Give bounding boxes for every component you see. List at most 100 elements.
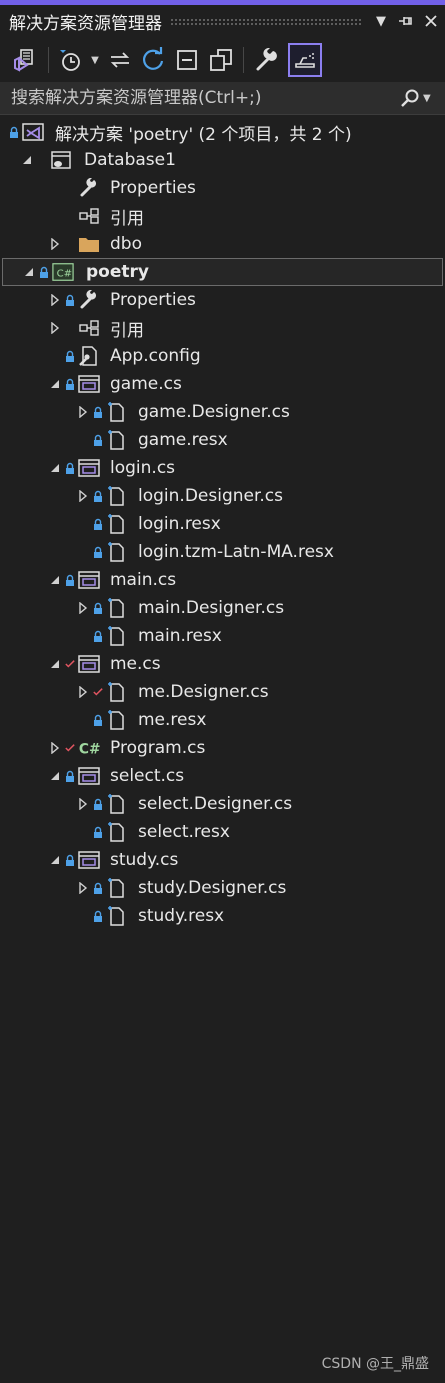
tree-item[interactable]: 引用 [0, 314, 445, 342]
expanded-arrow-icon[interactable] [48, 853, 62, 867]
database-project-icon [50, 150, 72, 170]
tree-item-label: main.resx [138, 626, 222, 646]
tree-item-label: 引用 [110, 208, 144, 229]
collapsed-arrow-icon[interactable] [76, 489, 90, 503]
collapsed-arrow-icon[interactable] [48, 321, 62, 335]
collapsed-arrow-icon[interactable] [48, 293, 62, 307]
form-icon [78, 458, 100, 478]
tree-item[interactable]: C# poetry [2, 258, 443, 286]
collapsed-arrow-icon[interactable] [76, 601, 90, 615]
tree-item[interactable]: main.cs [0, 566, 445, 594]
references-icon [78, 318, 100, 338]
lock-icon [65, 293, 75, 307]
collapsed-arrow-icon[interactable] [76, 797, 90, 811]
tree-item[interactable]: 解决方案 'poetry' (2 个项目，共 2 个) [0, 118, 445, 146]
form-icon [78, 850, 100, 870]
tree-item-label: study.resx [138, 906, 225, 926]
tree-item-label: me.cs [110, 654, 161, 674]
tree-item-label: Properties [110, 290, 196, 310]
tree-item[interactable]: me.Designer.cs [0, 678, 445, 706]
csharp-project-icon: C# [52, 262, 74, 282]
tree-item[interactable]: me.cs [0, 650, 445, 678]
expanded-arrow-icon[interactable] [48, 769, 62, 783]
toolbar-separator [48, 47, 49, 73]
lock-icon [39, 265, 49, 279]
search-icon[interactable] [397, 88, 423, 108]
tree-item-label: game.Designer.cs [138, 402, 290, 422]
collapsed-arrow-icon[interactable] [48, 237, 62, 251]
expanded-arrow-icon[interactable] [48, 461, 62, 475]
solution-icon [22, 122, 44, 142]
tree-item-label: login.resx [138, 514, 221, 534]
tree-item-label: Program.cs [110, 738, 206, 758]
tree-item[interactable]: login.tzm-Latn-MA.resx [0, 538, 445, 566]
tree-item[interactable]: main.resx [0, 622, 445, 650]
expanded-arrow-icon[interactable] [22, 265, 36, 279]
wrench-icon [78, 290, 100, 310]
tree-item[interactable]: login.Designer.cs [0, 482, 445, 510]
collapsed-arrow-icon[interactable] [48, 741, 62, 755]
tree-item[interactable]: me.resx [0, 706, 445, 734]
history-icon[interactable] [57, 43, 85, 77]
lock-icon [65, 349, 75, 363]
tree-item-label: login.Designer.cs [138, 486, 284, 506]
vs-switch-views-icon[interactable] [8, 43, 42, 77]
file-icon [106, 598, 128, 618]
search-input[interactable] [0, 87, 397, 109]
tree-item[interactable]: dbo [0, 230, 445, 258]
preview-selected-items-icon[interactable] [288, 43, 322, 77]
collapsed-arrow-icon[interactable] [76, 405, 90, 419]
checked-out-icon [65, 741, 75, 755]
tree-item-label: me.Designer.cs [138, 682, 269, 702]
expanded-arrow-icon[interactable] [48, 573, 62, 587]
lock-icon [93, 517, 103, 531]
tree-item[interactable]: 引用 [0, 202, 445, 230]
collapsed-arrow-icon[interactable] [76, 881, 90, 895]
tree-item[interactable]: game.resx [0, 426, 445, 454]
tree-item[interactable]: Properties [0, 286, 445, 314]
properties-wrench-icon[interactable] [252, 43, 282, 77]
tree-item[interactable]: login.resx [0, 510, 445, 538]
tree-item[interactable]: Database1 [0, 146, 445, 174]
tree-item[interactable]: game.Designer.cs [0, 398, 445, 426]
lock-icon [93, 405, 103, 419]
drag-grip[interactable] [170, 17, 362, 25]
form-icon [78, 374, 100, 394]
tree-item-label: main.Designer.cs [138, 598, 285, 618]
tree-item[interactable]: login.cs [0, 454, 445, 482]
lock-icon [93, 433, 103, 447]
expanded-arrow-icon[interactable] [48, 657, 62, 671]
tree-item[interactable]: study.Designer.cs [0, 874, 445, 902]
file-icon [106, 542, 128, 562]
tree-item[interactable]: Properties [0, 174, 445, 202]
file-icon [106, 486, 128, 506]
file-icon [106, 710, 128, 730]
tree-item[interactable]: game.cs [0, 370, 445, 398]
close-icon[interactable] [420, 10, 442, 32]
lock-icon [93, 881, 103, 895]
tree-item[interactable]: select.cs [0, 762, 445, 790]
window-options-dropdown-icon[interactable]: ▼ [370, 10, 392, 32]
collapse-all-icon[interactable] [171, 43, 203, 77]
expanded-arrow-icon[interactable] [20, 153, 34, 167]
expanded-arrow-icon[interactable] [48, 377, 62, 391]
collapsed-arrow-icon[interactable] [76, 685, 90, 699]
tree-item[interactable]: study.cs [0, 846, 445, 874]
search-options-dropdown-icon[interactable]: ▼ [423, 93, 437, 104]
sync-with-active-document-icon[interactable] [105, 43, 135, 77]
folder-icon [78, 234, 100, 254]
tree-item[interactable]: C# Program.cs [0, 734, 445, 762]
tree-item[interactable]: main.Designer.cs [0, 594, 445, 622]
tree-item[interactable]: select.Designer.cs [0, 790, 445, 818]
svg-text:C#: C# [79, 742, 100, 758]
tree-item[interactable]: select.resx [0, 818, 445, 846]
show-all-files-icon[interactable] [205, 43, 237, 77]
pin-icon[interactable] [395, 10, 417, 32]
lock-icon [93, 825, 103, 839]
refresh-icon[interactable] [137, 43, 169, 77]
history-dropdown-icon[interactable]: ▼ [87, 43, 103, 77]
svg-text:C#: C# [57, 269, 72, 280]
tree-item[interactable]: App.config [0, 342, 445, 370]
tree-item-label: study.Designer.cs [138, 878, 287, 898]
tree-item[interactable]: study.resx [0, 902, 445, 930]
